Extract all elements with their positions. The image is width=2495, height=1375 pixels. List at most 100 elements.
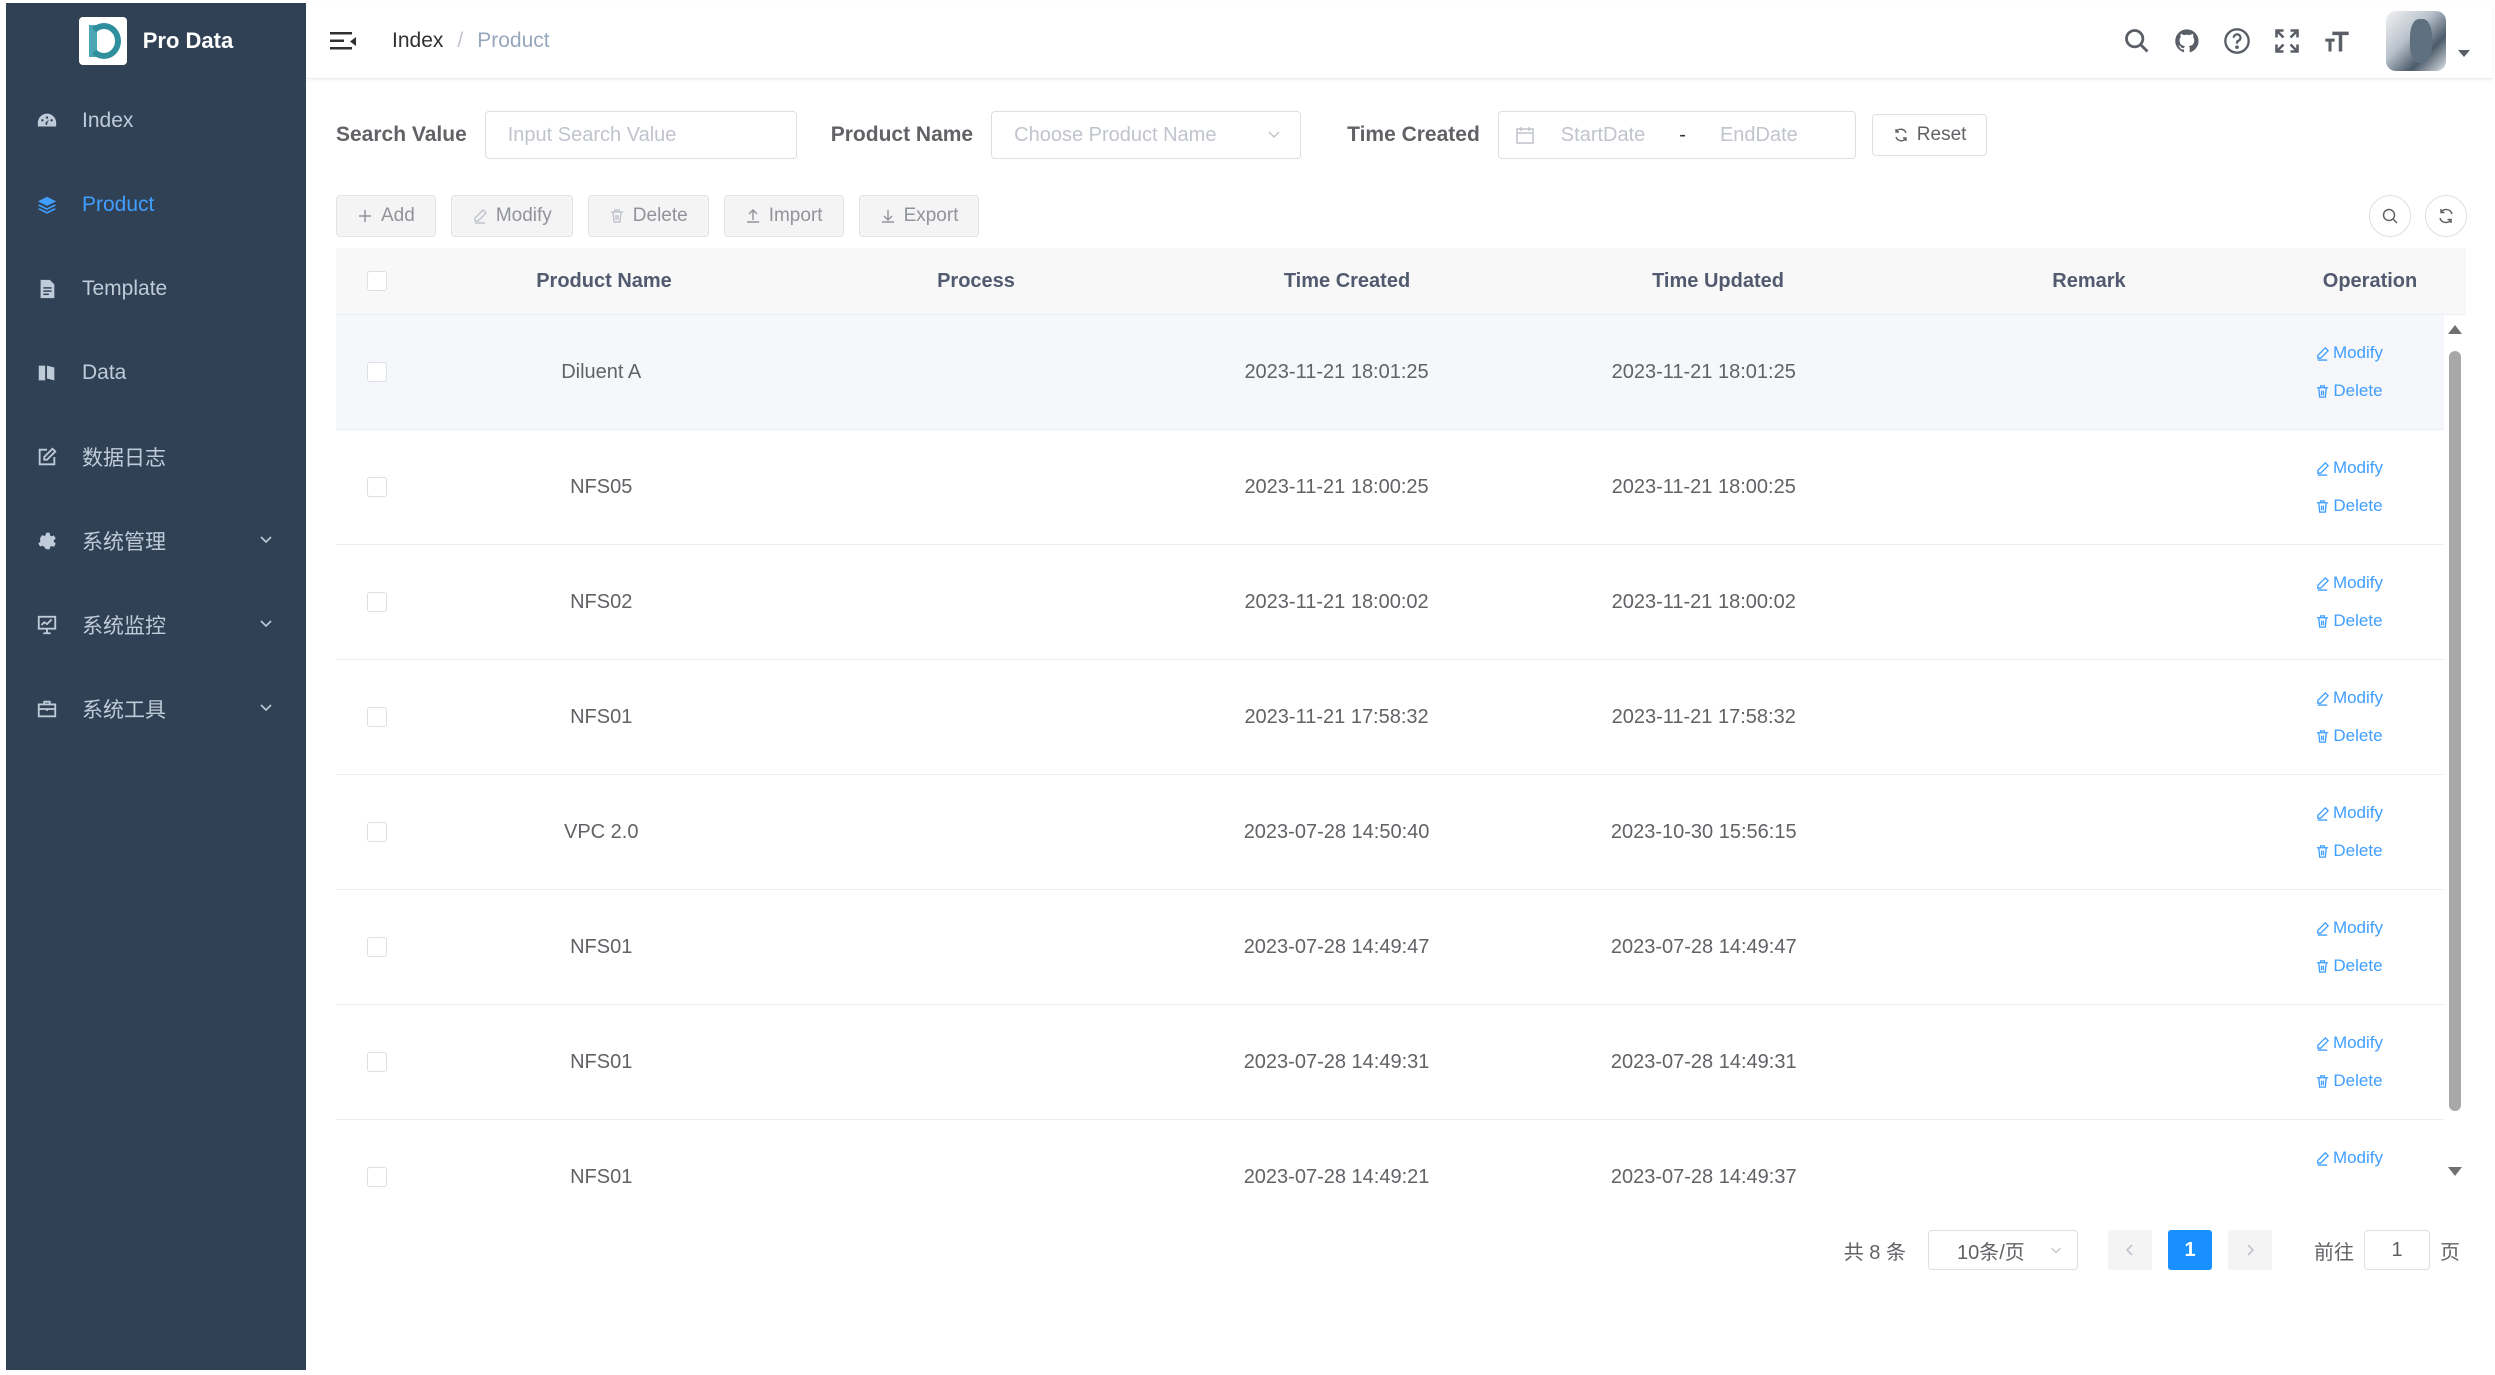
table-row[interactable]: NFS01 2023-07-28 14:49:47 2023-07-28 14:…	[336, 890, 2444, 1005]
row-modify-link[interactable]: Modify	[2315, 1033, 2383, 1053]
sidebar-item-data-log[interactable]: 数据日志	[6, 415, 306, 499]
sidebar-item-system-monitor[interactable]: 系统监控	[6, 583, 306, 667]
caret-down-icon[interactable]	[2458, 49, 2470, 57]
table-row[interactable]: Diluent A 2023-11-21 18:01:25 2023-11-21…	[336, 315, 2444, 430]
row-modify-link[interactable]: Modify	[2315, 458, 2383, 478]
prev-page-button[interactable]	[2108, 1230, 2152, 1270]
breadcrumb-home[interactable]: Index	[392, 29, 443, 53]
modify-button[interactable]: Modify	[450, 195, 573, 237]
table-header: Product Name Process Time Created Time U…	[336, 248, 2466, 315]
sidebar-item-data[interactable]: Data	[6, 331, 306, 415]
row-modify-link[interactable]: Modify	[2315, 573, 2383, 593]
cell-time-created: 2023-11-21 17:58:32	[1244, 705, 1429, 728]
row-checkbox-cell	[336, 362, 417, 382]
pagination: 共 8 条 10条/页 1 前往 1 页	[1844, 1230, 2460, 1270]
table-row[interactable]: NFS01 2023-07-28 14:49:31 2023-07-28 14:…	[336, 1005, 2444, 1120]
table-row[interactable]: NFS01 2023-07-28 14:49:21 2023-07-28 14:…	[336, 1120, 2444, 1188]
cell-time-updated: 2023-07-28 14:49:31	[1610, 1050, 1797, 1073]
scroll-up-icon[interactable]	[2448, 325, 2462, 334]
row-delete-link[interactable]: Delete	[2315, 1186, 2382, 1188]
row-modify-link[interactable]: Modify	[2315, 918, 2383, 938]
sidebar-item-label: Data	[82, 361, 127, 384]
row-delete-link[interactable]: Delete	[2315, 726, 2383, 746]
page-number-button[interactable]: 1	[2168, 1230, 2212, 1270]
cell-product-name: VPC 2.0	[563, 820, 639, 843]
column-header-product-name: Product Name	[536, 269, 672, 292]
select-all-checkbox[interactable]	[367, 271, 387, 291]
row-delete-link[interactable]: Delete	[2315, 841, 2383, 861]
export-button[interactable]: Export	[858, 195, 980, 237]
row-delete-link[interactable]: Delete	[2315, 611, 2383, 631]
font-size-icon[interactable]	[2322, 26, 2352, 56]
fullscreen-icon[interactable]	[2272, 26, 2302, 56]
start-date-placeholder[interactable]: StartDate	[1561, 124, 1645, 147]
end-date-placeholder[interactable]: EndDate	[1720, 124, 1798, 147]
table-row[interactable]: VPC 2.0 2023-07-28 14:50:40 2023-10-30 1…	[336, 775, 2444, 890]
sidebar-item-product[interactable]: Product	[6, 163, 306, 247]
row-modify-link[interactable]: Modify	[2315, 1148, 2383, 1168]
import-button[interactable]: Import	[723, 195, 844, 237]
date-range-picker[interactable]: StartDate - EndDate	[1497, 111, 1856, 159]
add-button[interactable]: Add	[336, 195, 436, 237]
refresh-table-button[interactable]	[2425, 195, 2467, 237]
scrollbar-thumb[interactable]	[2449, 351, 2461, 1111]
cell-time-created: 2023-11-21 18:00:25	[1244, 475, 1429, 498]
page-size-select[interactable]: 10条/页	[1928, 1230, 2078, 1270]
row-modify-link[interactable]: Modify	[2315, 688, 2383, 708]
logo[interactable]: Pro Data	[6, 3, 306, 79]
sidebar-item-template[interactable]: Template	[6, 247, 306, 331]
next-page-button[interactable]	[2228, 1230, 2272, 1270]
row-checkbox[interactable]	[366, 592, 387, 612]
row-modify-link[interactable]: Modify	[2315, 343, 2383, 363]
row-checkbox[interactable]	[366, 1052, 387, 1072]
row-checkbox-cell	[336, 1052, 417, 1072]
goto-page-input[interactable]: 1	[2364, 1230, 2430, 1270]
cell-operation: Modify Delete	[2254, 1033, 2444, 1091]
cell-operation: Modify Delete	[2254, 918, 2444, 976]
edit-icon	[474, 209, 487, 224]
github-icon[interactable]	[2172, 26, 2202, 56]
row-checkbox[interactable]	[366, 477, 387, 497]
row-modify-link[interactable]: Modify	[2315, 803, 2383, 823]
sidebar-item-index[interactable]: Index	[6, 79, 306, 163]
row-delete-link[interactable]: Delete	[2315, 956, 2383, 976]
row-checkbox-cell	[336, 822, 417, 842]
menu-fold-icon[interactable]	[330, 29, 358, 53]
column-header-operation: Operation	[2322, 269, 2418, 292]
row-delete-link[interactable]: Delete	[2315, 381, 2383, 401]
row-checkbox[interactable]	[366, 362, 387, 382]
avatar[interactable]	[2386, 11, 2446, 71]
table-row[interactable]: NFS05 2023-11-21 18:00:25 2023-11-21 18:…	[336, 430, 2444, 545]
table-row[interactable]: NFS02 2023-11-21 18:00:02 2023-11-21 18:…	[336, 545, 2444, 660]
sidebar-item-label: Template	[82, 277, 168, 300]
row-delete-link[interactable]: Delete	[2315, 1071, 2383, 1091]
dashboard-icon	[36, 110, 58, 132]
goto-prefix: 前往	[2314, 1241, 2354, 1264]
sidebar-item-system-tools[interactable]: 系统工具	[6, 667, 306, 751]
scroll-down-icon[interactable]	[2448, 1167, 2462, 1176]
product-name-select[interactable]: Choose Product Name	[991, 111, 1302, 159]
row-checkbox[interactable]	[366, 822, 387, 842]
cell-time-updated: 2023-11-21 18:00:02	[1611, 590, 1796, 613]
row-checkbox[interactable]	[366, 937, 387, 957]
delete-button[interactable]: Delete	[587, 195, 709, 237]
product-table: Product Name Process Time Created Time U…	[336, 248, 2466, 1188]
toggle-search-button[interactable]	[2369, 195, 2411, 237]
row-checkbox-cell	[336, 592, 417, 612]
table-scrollbar[interactable]	[2444, 315, 2466, 1188]
app-title: Pro Data	[142, 28, 234, 53]
row-delete-link[interactable]: Delete	[2315, 496, 2383, 516]
cell-product-name: Diluent A	[561, 360, 642, 383]
search-value-input[interactable]: Input Search Value	[484, 111, 797, 159]
table-row[interactable]: NFS01 2023-11-21 17:58:32 2023-11-21 17:…	[336, 660, 2444, 775]
sidebar-item-system-management[interactable]: 系统管理	[6, 499, 306, 583]
chevron-down-icon	[260, 620, 272, 628]
search-icon[interactable]	[2122, 26, 2152, 56]
edit-icon	[2317, 1036, 2329, 1051]
delete-label: Delete	[632, 205, 688, 226]
reset-button[interactable]: Reset	[1871, 114, 1988, 156]
row-checkbox[interactable]	[366, 1167, 387, 1187]
help-icon[interactable]	[2222, 26, 2252, 56]
refresh-icon	[2439, 208, 2453, 224]
row-checkbox[interactable]	[366, 707, 387, 727]
